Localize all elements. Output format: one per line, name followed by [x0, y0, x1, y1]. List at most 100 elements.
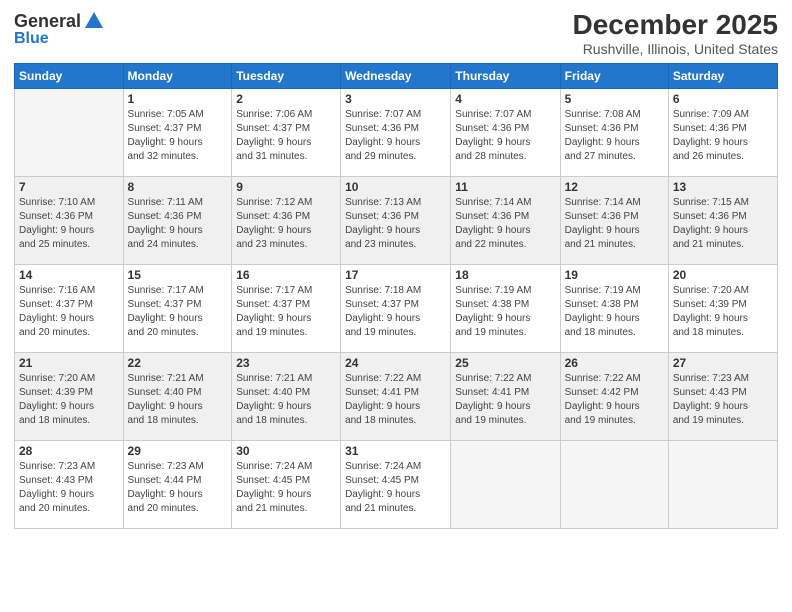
page-header: General Blue December 2025 Rushville, Il…: [14, 10, 778, 57]
table-row: 4Sunrise: 7:07 AMSunset: 4:36 PMDaylight…: [451, 88, 560, 176]
day-info: Sunrise: 7:10 AMSunset: 4:36 PMDaylight:…: [19, 196, 119, 252]
table-row: 12 Sunrise: 7:14 AMSunset: 4:36 PMDayligh…: [560, 176, 668, 264]
table-row: 26Sunrise: 7:22 AMSunset: 4:42 PMDayligh…: [560, 352, 668, 440]
day-info: Sunrise: 7:19 AMSunset: 4:38 PMDaylight:…: [565, 284, 664, 340]
day-number: 19: [565, 268, 664, 282]
table-row: 20 Sunrise: 7:20 AMSunset: 4:39 PMDayligh…: [668, 264, 777, 352]
day-info: Sunrise: 7:20 AMSunset: 4:39 PMDaylight:…: [673, 284, 773, 340]
day-info: Sunrise: 7:12 AMSunset: 4:36 PMDaylight:…: [236, 196, 336, 252]
table-row: 17 Sunrise: 7:18 AMSunset: 4:37 PMDayligh…: [341, 264, 451, 352]
day-info: Sunrise: 7:18 AMSunset: 4:37 PMDaylight:…: [345, 284, 446, 340]
table-row: 19 Sunrise: 7:19 AMSunset: 4:38 PMDayligh…: [560, 264, 668, 352]
day-number: 12: [565, 180, 664, 194]
day-info: Sunrise: 7:08 AMSunset: 4:36 PMDaylight:…: [565, 108, 664, 164]
logo: General Blue: [14, 10, 105, 48]
day-number: 2: [236, 92, 336, 106]
day-info: Sunrise: 7:17 AMSunset: 4:37 PMDaylight:…: [128, 284, 228, 340]
day-info: Sunrise: 7:22 AMSunset: 4:41 PMDaylight:…: [345, 372, 446, 428]
day-number: 29: [128, 444, 228, 458]
day-info: Sunrise: 7:22 AMSunset: 4:42 PMDaylight:…: [565, 372, 664, 428]
day-info: Sunrise: 7:23 AMSunset: 4:43 PMDaylight:…: [673, 372, 773, 428]
table-row: 18Sunrise: 7:19 AMSunset: 4:38 PMDayligh…: [451, 264, 560, 352]
day-info: Sunrise: 7:06 AMSunset: 4:37 PMDaylight:…: [236, 108, 336, 164]
day-info: Sunrise: 7:19 AMSunset: 4:38 PMDaylight:…: [455, 284, 555, 340]
day-info: Sunrise: 7:14 AMSunset: 4:36 PMDaylight:…: [455, 196, 555, 252]
col-saturday: Saturday: [668, 63, 777, 88]
calendar-week-row: 7 Sunrise: 7:10 AMSunset: 4:36 PMDaylight…: [15, 176, 778, 264]
day-info: Sunrise: 7:17 AMSunset: 4:37 PMDaylight:…: [236, 284, 336, 340]
day-info: Sunrise: 7:20 AMSunset: 4:39 PMDaylight:…: [19, 372, 119, 428]
table-row: 9 Sunrise: 7:12 AMSunset: 4:36 PMDaylight…: [232, 176, 341, 264]
day-info: Sunrise: 7:24 AMSunset: 4:45 PMDaylight:…: [345, 460, 446, 516]
table-row: [668, 440, 777, 528]
col-friday: Friday: [560, 63, 668, 88]
day-number: 22: [128, 356, 228, 370]
day-number: 11: [455, 180, 555, 194]
day-info: Sunrise: 7:11 AMSunset: 4:36 PMDaylight:…: [128, 196, 228, 252]
table-row: 3 Sunrise: 7:07 AMSunset: 4:36 PMDaylight…: [341, 88, 451, 176]
table-row: 30Sunrise: 7:24 AMSunset: 4:45 PMDayligh…: [232, 440, 341, 528]
table-row: 25Sunrise: 7:22 AMSunset: 4:41 PMDayligh…: [451, 352, 560, 440]
calendar-week-row: 21 Sunrise: 7:20 AMSunset: 4:39 PMDayligh…: [15, 352, 778, 440]
day-number: 15: [128, 268, 228, 282]
day-number: 25: [455, 356, 555, 370]
col-monday: Monday: [123, 63, 232, 88]
day-number: 21: [19, 356, 119, 370]
day-number: 23: [236, 356, 336, 370]
day-number: 6: [673, 92, 773, 106]
day-number: 17: [345, 268, 446, 282]
day-info: Sunrise: 7:05 AMSunset: 4:37 PMDaylight:…: [128, 108, 228, 164]
table-row: 15 Sunrise: 7:17 AMSunset: 4:37 PMDayligh…: [123, 264, 232, 352]
col-sunday: Sunday: [15, 63, 124, 88]
day-number: 14: [19, 268, 119, 282]
day-info: Sunrise: 7:23 AMSunset: 4:44 PMDaylight:…: [128, 460, 228, 516]
calendar-week-row: 14Sunrise: 7:16 AMSunset: 4:37 PMDayligh…: [15, 264, 778, 352]
table-row: [451, 440, 560, 528]
day-number: 16: [236, 268, 336, 282]
day-number: 20: [673, 268, 773, 282]
day-info: Sunrise: 7:21 AMSunset: 4:40 PMDaylight:…: [236, 372, 336, 428]
day-number: 3: [345, 92, 446, 106]
location: Rushville, Illinois, United States: [573, 41, 778, 57]
calendar-week-row: 28 Sunrise: 7:23 AMSunset: 4:43 PMDayligh…: [15, 440, 778, 528]
day-number: 30: [236, 444, 336, 458]
day-number: 1: [128, 92, 228, 106]
col-tuesday: Tuesday: [232, 63, 341, 88]
table-row: 1 Sunrise: 7:05 AMSunset: 4:37 PMDaylight…: [123, 88, 232, 176]
day-info: Sunrise: 7:14 AMSunset: 4:36 PMDaylight:…: [565, 196, 664, 252]
calendar-header-row: Sunday Monday Tuesday Wednesday Thursday…: [15, 63, 778, 88]
col-thursday: Thursday: [451, 63, 560, 88]
day-number: 27: [673, 356, 773, 370]
day-number: 28: [19, 444, 119, 458]
table-row: 5Sunrise: 7:08 AMSunset: 4:36 PMDaylight…: [560, 88, 668, 176]
day-number: 31: [345, 444, 446, 458]
table-row: 29 Sunrise: 7:23 AMSunset: 4:44 PMDayligh…: [123, 440, 232, 528]
table-row: 2 Sunrise: 7:06 AMSunset: 4:37 PMDaylight…: [232, 88, 341, 176]
table-row: [15, 88, 124, 176]
table-row: 28 Sunrise: 7:23 AMSunset: 4:43 PMDayligh…: [15, 440, 124, 528]
col-wednesday: Wednesday: [341, 63, 451, 88]
table-row: 21 Sunrise: 7:20 AMSunset: 4:39 PMDayligh…: [15, 352, 124, 440]
table-row: 10 Sunrise: 7:13 AMSunset: 4:36 PMDayligh…: [341, 176, 451, 264]
table-row: 11 Sunrise: 7:14 AMSunset: 4:36 PMDayligh…: [451, 176, 560, 264]
day-info: Sunrise: 7:09 AMSunset: 4:36 PMDaylight:…: [673, 108, 773, 164]
table-row: [560, 440, 668, 528]
table-row: 24Sunrise: 7:22 AMSunset: 4:41 PMDayligh…: [341, 352, 451, 440]
day-number: 8: [128, 180, 228, 194]
calendar-table: Sunday Monday Tuesday Wednesday Thursday…: [14, 63, 778, 529]
table-row: 8 Sunrise: 7:11 AMSunset: 4:36 PMDaylight…: [123, 176, 232, 264]
day-info: Sunrise: 7:15 AMSunset: 4:36 PMDaylight:…: [673, 196, 773, 252]
day-info: Sunrise: 7:07 AMSunset: 4:36 PMDaylight:…: [345, 108, 446, 164]
day-info: Sunrise: 7:23 AMSunset: 4:43 PMDaylight:…: [19, 460, 119, 516]
day-number: 9: [236, 180, 336, 194]
table-row: 27 Sunrise: 7:23 AMSunset: 4:43 PMDayligh…: [668, 352, 777, 440]
day-number: 10: [345, 180, 446, 194]
table-row: 13Sunrise: 7:15 AMSunset: 4:36 PMDayligh…: [668, 176, 777, 264]
table-row: 7 Sunrise: 7:10 AMSunset: 4:36 PMDaylight…: [15, 176, 124, 264]
month-title: December 2025: [573, 10, 778, 41]
day-info: Sunrise: 7:13 AMSunset: 4:36 PMDaylight:…: [345, 196, 446, 252]
day-number: 7: [19, 180, 119, 194]
logo-blue: Blue: [14, 30, 49, 48]
logo-icon: [83, 10, 105, 32]
table-row: 6 Sunrise: 7:09 AMSunset: 4:36 PMDaylight…: [668, 88, 777, 176]
